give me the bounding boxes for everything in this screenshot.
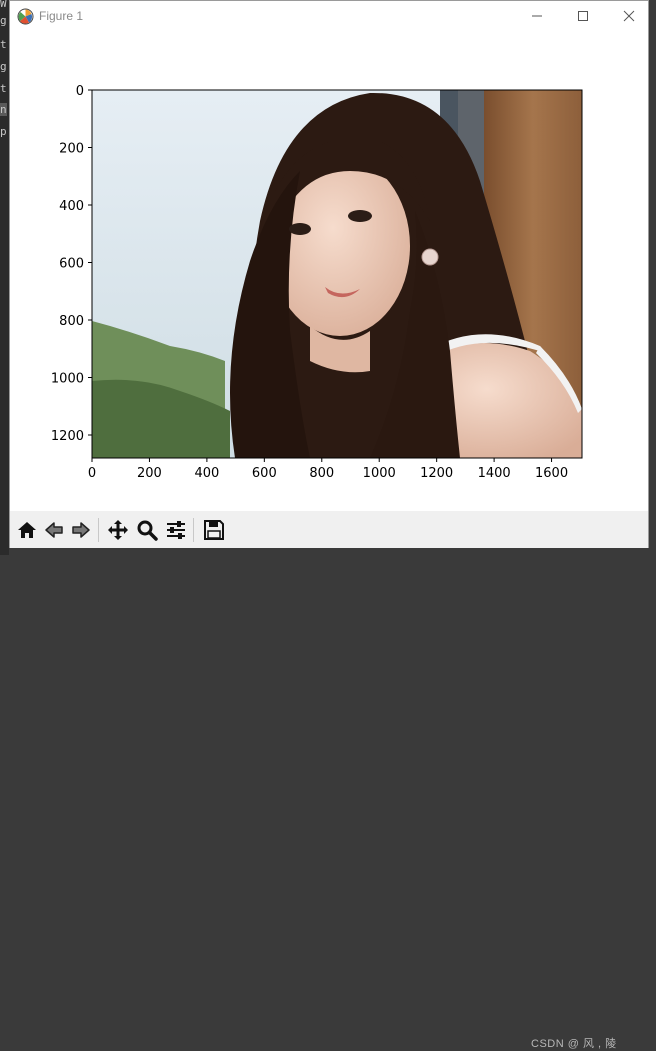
zoom-button[interactable] [134,517,160,543]
watermark-text: CSDN @ 风 , 陵 [531,1038,617,1050]
x-tick-label: 800 [309,466,334,481]
save-button[interactable] [201,517,227,543]
x-tick-label: 600 [252,466,277,481]
y-tick-label: 1200 [51,429,84,444]
strip-char: n [0,103,7,116]
home-button[interactable] [14,517,40,543]
strip-char: g [0,14,7,27]
figure-canvas[interactable]: 0 200 400 600 800 1000 1200 1400 1600 0 200 400 600… [10,31,648,511]
save-icon [204,520,224,540]
toolbar-separator [193,518,194,542]
earring [421,248,439,266]
x-tick-label: 0 [88,466,96,481]
y-tick-label: 0 [76,84,84,99]
home-icon [18,522,36,538]
x-tick-label: 200 [137,466,162,481]
window-title: Figure 1 [39,9,84,23]
strip-char: p [0,125,7,138]
back-arrow-icon [45,522,63,538]
zoom-icon [137,520,158,541]
configure-subplots-button[interactable] [163,517,189,543]
matplotlib-logo-icon [17,8,34,25]
move-icon [108,520,128,540]
maximize-button[interactable] [560,1,606,31]
forward-button[interactable] [68,517,94,543]
close-icon [623,10,635,22]
x-tick-label: 1000 [363,466,396,481]
x-tick-label: 1600 [535,466,568,481]
y-tick-label: 600 [59,257,84,272]
title-bar[interactable]: Figure 1 [10,1,648,31]
x-axis: 0 200 400 600 800 1000 1200 1400 1600 [88,458,568,481]
minimize-button[interactable] [514,1,560,31]
toolbar-separator [98,518,99,542]
maximize-icon [578,11,588,21]
strip-char: t [0,82,7,95]
strip-char: g [0,60,7,73]
close-button[interactable] [606,1,652,31]
strip-char: t [0,38,7,51]
x-tick-label: 1200 [420,466,453,481]
y-tick-label: 400 [59,199,84,214]
y-tick-label: 1000 [51,372,84,387]
background-editor-strip: W g t g t n p [0,0,9,555]
strip-char: W [0,0,7,10]
figure-window: Figure 1 0 200 400 600 800 1000 1200 140… [9,0,649,1050]
forward-arrow-icon [72,522,90,538]
sliders-icon [167,521,185,539]
y-axis: 0 200 400 600 800 1000 1200 [51,84,92,444]
y-tick-label: 800 [59,314,84,329]
axes[interactable]: 0 200 400 600 800 1000 1200 1400 1600 0 200 400 600… [10,31,648,511]
back-button[interactable] [41,517,67,543]
x-tick-label: 400 [194,466,219,481]
x-tick-label: 1400 [478,466,511,481]
minimize-icon [532,15,542,17]
photo-image [92,90,582,458]
navigation-toolbar: CSDN @ 风 , 陵 [10,511,648,1050]
y-tick-label: 200 [59,142,84,157]
pan-button[interactable] [105,517,131,543]
